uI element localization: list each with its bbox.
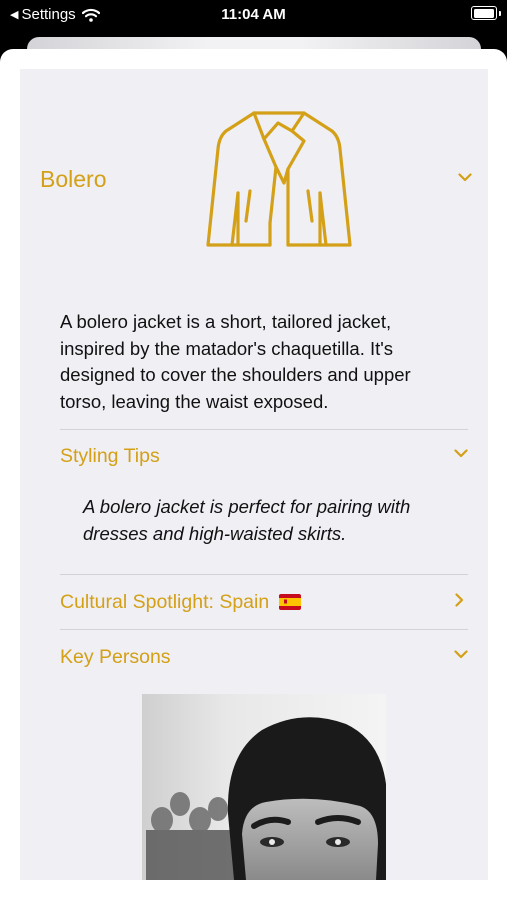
item-title: Bolero [40,166,107,192]
modal-sheet: Bolero A bolero jacket is a short, tailo… [0,49,507,900]
divider [60,429,468,430]
battery-icon [471,6,501,20]
styling-tips-section[interactable]: Styling Tips [60,441,468,471]
chevron-right-icon [455,593,464,607]
styling-tips-text: A bolero jacket is perfect for pairing w… [83,496,411,544]
status-bar: ◀ Settings 11:04 AM [0,0,507,30]
detail-card: Bolero A bolero jacket is a short, tailo… [20,69,488,880]
divider [60,629,468,630]
cultural-spotlight-text: Cultural Spotlight: Spain [60,591,270,613]
item-header[interactable]: Bolero [20,69,488,279]
chevron-down-icon [454,449,468,458]
status-time: 11:04 AM [221,6,286,23]
key-persons-label: Key Persons [60,646,171,668]
key-persons-section[interactable]: Key Persons [60,642,468,672]
chevron-down-icon [454,650,468,659]
spain-flag-icon [279,594,302,610]
cultural-spotlight-row[interactable]: Cultural Spotlight: Spain [60,587,468,617]
divider [60,574,468,575]
styling-tips-label: Styling Tips [60,445,160,467]
item-description: A bolero jacket is a short, tailored jac… [60,311,411,412]
jacket-icon [206,111,352,247]
chevron-down-icon [458,173,472,182]
cultural-spotlight-label: Cultural Spotlight: Spain [60,591,302,614]
key-person-photo[interactable] [142,694,386,880]
